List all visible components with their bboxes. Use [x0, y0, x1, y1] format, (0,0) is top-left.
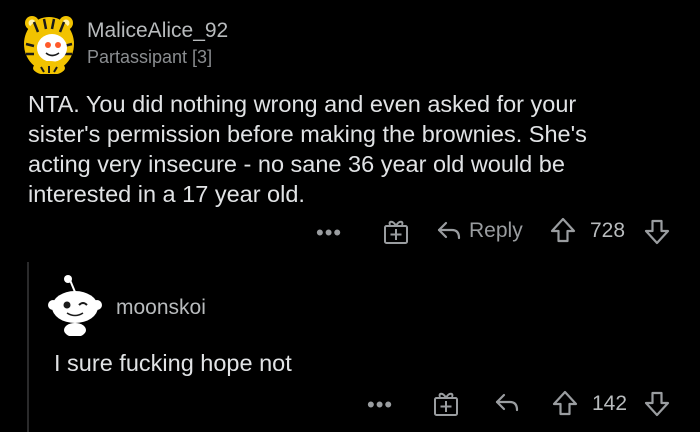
upvote-icon[interactable]: [552, 389, 578, 417]
comment-text-line: interested in a 17 year old.: [28, 181, 305, 207]
downvote-icon[interactable]: [644, 390, 670, 418]
reply-body: I sure fucking hope not: [54, 350, 292, 376]
comment-text-line: sister's permission before making the br…: [28, 121, 587, 147]
thread-line[interactable]: [27, 262, 29, 432]
comment-username[interactable]: MaliceAlice_92: [87, 19, 228, 43]
avatar[interactable]: [48, 272, 102, 341]
comment-text-line: NTA. You did nothing wrong and even aske…: [28, 91, 577, 117]
more-options-button[interactable]: •••: [316, 222, 342, 244]
tiger-costume-avatar-icon: [24, 16, 74, 75]
avatar[interactable]: [22, 14, 76, 75]
award-icon[interactable]: [382, 218, 410, 246]
vote-count: 728: [590, 219, 626, 242]
reply-label: Reply: [469, 219, 523, 242]
vote-count: 142: [592, 392, 628, 415]
reply-button[interactable]: Reply: [436, 219, 523, 243]
snoo-avatar-icon: [48, 275, 102, 337]
comment-body: NTA. You did nothing wrong and even aske…: [28, 89, 688, 209]
reply-arrow-icon: [436, 220, 462, 242]
award-icon[interactable]: [432, 390, 460, 418]
comment-text-line: acting very insecure - no sane 36 year o…: [28, 151, 565, 177]
user-flair: Partassipant [3]: [87, 47, 213, 67]
upvote-icon[interactable]: [550, 216, 576, 244]
more-options-button[interactable]: •••: [367, 394, 393, 416]
downvote-icon[interactable]: [644, 218, 670, 246]
reply-arrow-icon[interactable]: [494, 392, 520, 414]
reply-username[interactable]: moonskoi: [116, 296, 206, 320]
